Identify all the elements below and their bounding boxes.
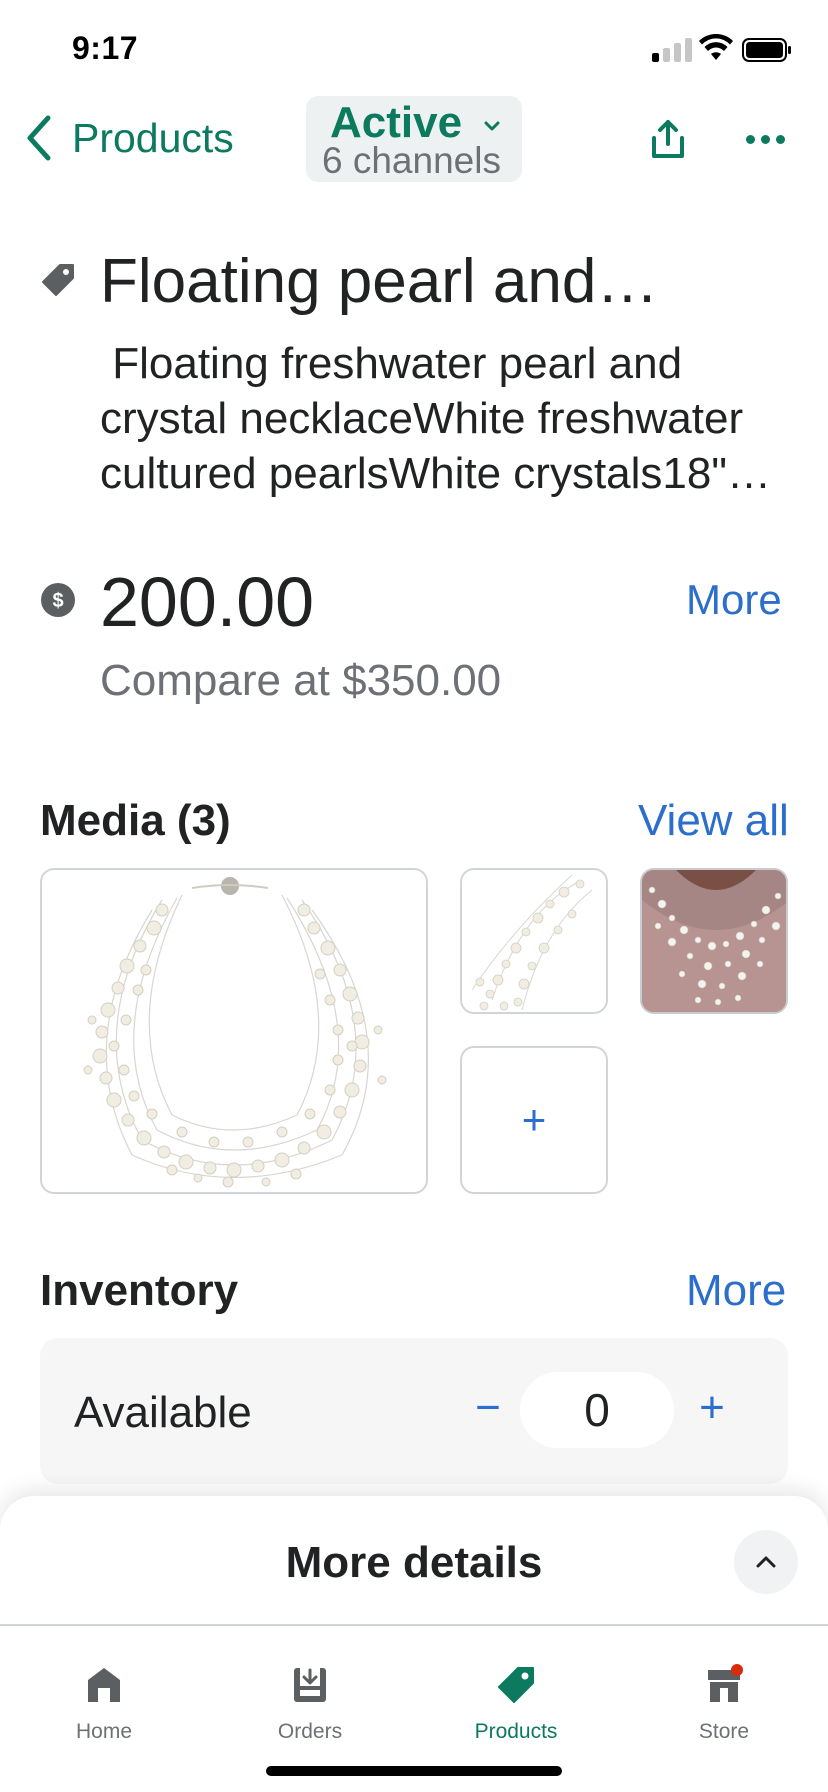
- wifi-icon: [699, 34, 733, 60]
- tag-icon: [498, 1667, 534, 1703]
- orders-icon: [294, 1668, 326, 1702]
- sheet-title: More details: [285, 1538, 543, 1587]
- chevron-down-icon: [484, 121, 500, 131]
- store-icon: [708, 1664, 743, 1702]
- quantity-input[interactable]: 0: [520, 1372, 674, 1448]
- pricing-more-button[interactable]: More: [686, 576, 782, 624]
- tab-label: Orders: [277, 1720, 343, 1743]
- chevron-left-icon: [27, 115, 51, 161]
- tab-orders[interactable]: Orders: [240, 1644, 380, 1754]
- battery-icon: [742, 38, 791, 62]
- status-time: 9:17: [72, 30, 139, 66]
- cellular-signal-icon: [652, 38, 692, 62]
- media-image-3[interactable]: [640, 868, 788, 1014]
- chevron-up-icon: [756, 1556, 776, 1568]
- home-icon: [88, 1668, 120, 1702]
- decrease-quantity-button[interactable]: −: [458, 1378, 518, 1438]
- share-icon[interactable]: [648, 118, 688, 162]
- product-description[interactable]: Floating freshwater pearl and crystal ne…: [100, 336, 790, 501]
- back-to-products-button[interactable]: Products: [22, 108, 234, 168]
- svg-text:$: $: [52, 590, 63, 612]
- price-icon: $: [41, 583, 75, 617]
- media-image-2[interactable]: [460, 868, 608, 1014]
- channels-label: 6 channels: [322, 140, 501, 181]
- inventory-more-button[interactable]: More: [686, 1266, 786, 1316]
- status-bar: 9:17: [0, 0, 828, 96]
- tab-store[interactable]: Store: [654, 1644, 794, 1754]
- tab-home[interactable]: Home: [34, 1644, 174, 1754]
- tab-label: Home: [75, 1720, 133, 1743]
- product-price[interactable]: 200.00: [100, 562, 314, 642]
- more-details-sheet[interactable]: More details: [0, 1496, 828, 1626]
- media-image-1[interactable]: [40, 868, 428, 1194]
- notification-badge: [731, 1664, 743, 1676]
- available-label: Available: [74, 1388, 252, 1437]
- back-label: Products: [72, 114, 234, 161]
- product-title[interactable]: Floating pearl and…: [100, 246, 658, 317]
- home-indicator: [266, 1766, 562, 1776]
- inventory-card: Available − 0 +: [40, 1338, 788, 1484]
- tab-label: Store: [698, 1720, 750, 1743]
- tab-label: Products: [474, 1720, 558, 1743]
- view-all-media-button[interactable]: View all: [638, 796, 789, 846]
- tab-products[interactable]: Products: [446, 1644, 586, 1754]
- product-status-selector[interactable]: Active 6 channels: [306, 96, 522, 182]
- inventory-heading: Inventory: [40, 1266, 239, 1315]
- expand-sheet-button[interactable]: [734, 1530, 798, 1594]
- compare-at-price: Compare at $350.00: [100, 656, 502, 705]
- more-actions-icon[interactable]: [746, 124, 790, 154]
- tag-icon: [42, 264, 74, 296]
- increase-quantity-button[interactable]: +: [682, 1378, 742, 1438]
- add-media-button[interactable]: +: [460, 1046, 608, 1194]
- media-heading: Media (3): [40, 796, 231, 845]
